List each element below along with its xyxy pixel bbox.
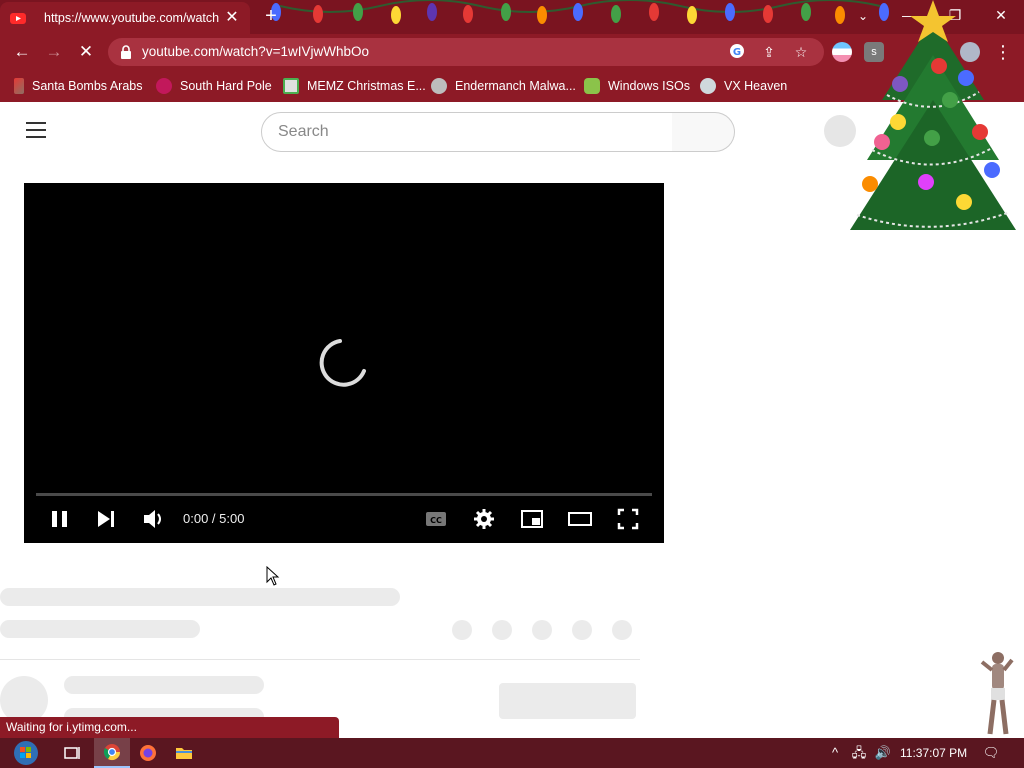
bookmark-label: Endermanch Malwa... — [455, 79, 576, 93]
new-tab-button[interactable]: + — [259, 5, 283, 29]
taskbar-chrome[interactable] — [94, 738, 130, 768]
bookmark-label: VX Heaven — [724, 79, 788, 93]
bookmark-item[interactable]: Santa Bombs Arabs — [14, 70, 142, 102]
task-view-button[interactable] — [54, 738, 90, 768]
browser-tab-youtube[interactable]: https://www.youtube.com/watch ✕ — [0, 2, 250, 34]
miniplayer-button[interactable] — [520, 505, 544, 533]
stop-loading-button[interactable]: ✕ — [74, 40, 98, 64]
channel-name-skeleton — [64, 676, 264, 694]
progress-bar[interactable] — [36, 493, 652, 496]
bookmark-item[interactable]: VX Heaven — [700, 70, 787, 102]
title-skeleton — [0, 588, 400, 606]
svg-text:G: G — [733, 47, 741, 58]
bookmark-label: Santa Bombs Arabs — [32, 79, 143, 93]
action-skeleton — [572, 620, 592, 640]
windows-orb-icon — [14, 741, 38, 765]
clock[interactable]: 11:37:07 PM — [900, 738, 967, 768]
youtube-favicon-icon — [10, 13, 26, 24]
pause-button[interactable] — [48, 505, 72, 533]
action-skeleton — [532, 620, 552, 640]
search-button[interactable] — [672, 112, 735, 152]
back-button[interactable]: ← — [10, 40, 34, 64]
action-skeleton — [452, 620, 472, 640]
search-placeholder: Search — [278, 123, 329, 140]
speaker-icon[interactable]: 🔊 — [874, 743, 892, 763]
figure-icon — [584, 78, 600, 94]
bookmark-label: MEMZ Christmas E... — [307, 79, 426, 93]
forward-button[interactable]: → — [42, 40, 66, 64]
tray-overflow-chevron-icon[interactable]: ^ — [826, 743, 844, 763]
search-input[interactable]: Search — [261, 112, 673, 152]
start-button[interactable] — [6, 738, 46, 768]
task-view-icon — [64, 747, 80, 759]
bookmark-item[interactable]: South Hard Pole — [156, 70, 272, 102]
status-bubble: Waiting for i.ytimg.com... — [0, 717, 339, 738]
tab-close-icon[interactable]: ✕ — [222, 8, 242, 28]
bookmark-icon — [14, 78, 24, 94]
taskbar: ^ 🖧 🔊 11:37:07 PM 🗨 — [0, 738, 1024, 768]
svg-text:CC: CC — [430, 516, 442, 525]
volume-icon[interactable] — [141, 505, 165, 533]
video-player[interactable]: 0:00 / 5:00 CC — [24, 183, 664, 543]
vx-icon — [700, 78, 716, 94]
bookmark-label: Windows ISOs — [608, 79, 690, 93]
subscribe-skeleton — [499, 683, 636, 719]
google-lens-icon[interactable]: G — [728, 43, 746, 61]
network-icon[interactable]: 🖧 — [850, 743, 868, 763]
address-bar[interactable]: youtube.com/watch?v=1wIVjwWhbOo G ⇪ ☆ — [108, 38, 824, 66]
bookmark-item[interactable]: Windows ISOs — [584, 70, 690, 102]
theater-mode-button[interactable] — [568, 505, 592, 533]
notifications-icon[interactable]: 🗨 — [982, 743, 1000, 763]
meta-skeleton — [0, 620, 200, 638]
share-icon[interactable]: ⇪ — [760, 43, 778, 61]
loading-spinner-icon — [319, 339, 366, 387]
tab-title: https://www.youtube.com/watch — [44, 11, 220, 25]
menu-icon[interactable] — [26, 122, 46, 138]
time-display: 0:00 / 5:00 — [183, 511, 245, 526]
bookmark-item[interactable]: Endermanch Malwa... — [431, 70, 576, 102]
bookmark-item[interactable]: MEMZ Christmas E... — [283, 70, 426, 102]
action-skeleton — [612, 620, 632, 640]
taskbar-firefox[interactable] — [130, 738, 166, 768]
bookmark-label: South Hard Pole — [180, 79, 272, 93]
fullscreen-button[interactable] — [616, 505, 640, 533]
mouse-cursor-icon — [266, 566, 280, 586]
taskbar-file-explorer[interactable] — [166, 738, 202, 768]
memz-icon — [283, 78, 299, 94]
action-skeleton — [492, 620, 512, 640]
chrome-icon — [103, 744, 121, 761]
christmas-tree-decoration — [850, 0, 1016, 230]
folder-icon — [176, 748, 192, 759]
next-button[interactable] — [94, 505, 118, 533]
dancing-figure-decoration — [980, 652, 1014, 735]
lock-icon[interactable] — [120, 45, 132, 59]
captions-button[interactable]: CC — [424, 505, 448, 533]
bookmark-star-icon[interactable]: ☆ — [792, 43, 810, 61]
raspberry-icon — [156, 78, 172, 94]
url-text[interactable]: youtube.com/watch?v=1wIVjwWhbOo — [142, 38, 369, 66]
divider — [0, 659, 640, 660]
settings-gear-icon[interactable] — [472, 505, 496, 533]
firefox-icon — [140, 745, 156, 761]
owl-icon — [431, 78, 447, 94]
